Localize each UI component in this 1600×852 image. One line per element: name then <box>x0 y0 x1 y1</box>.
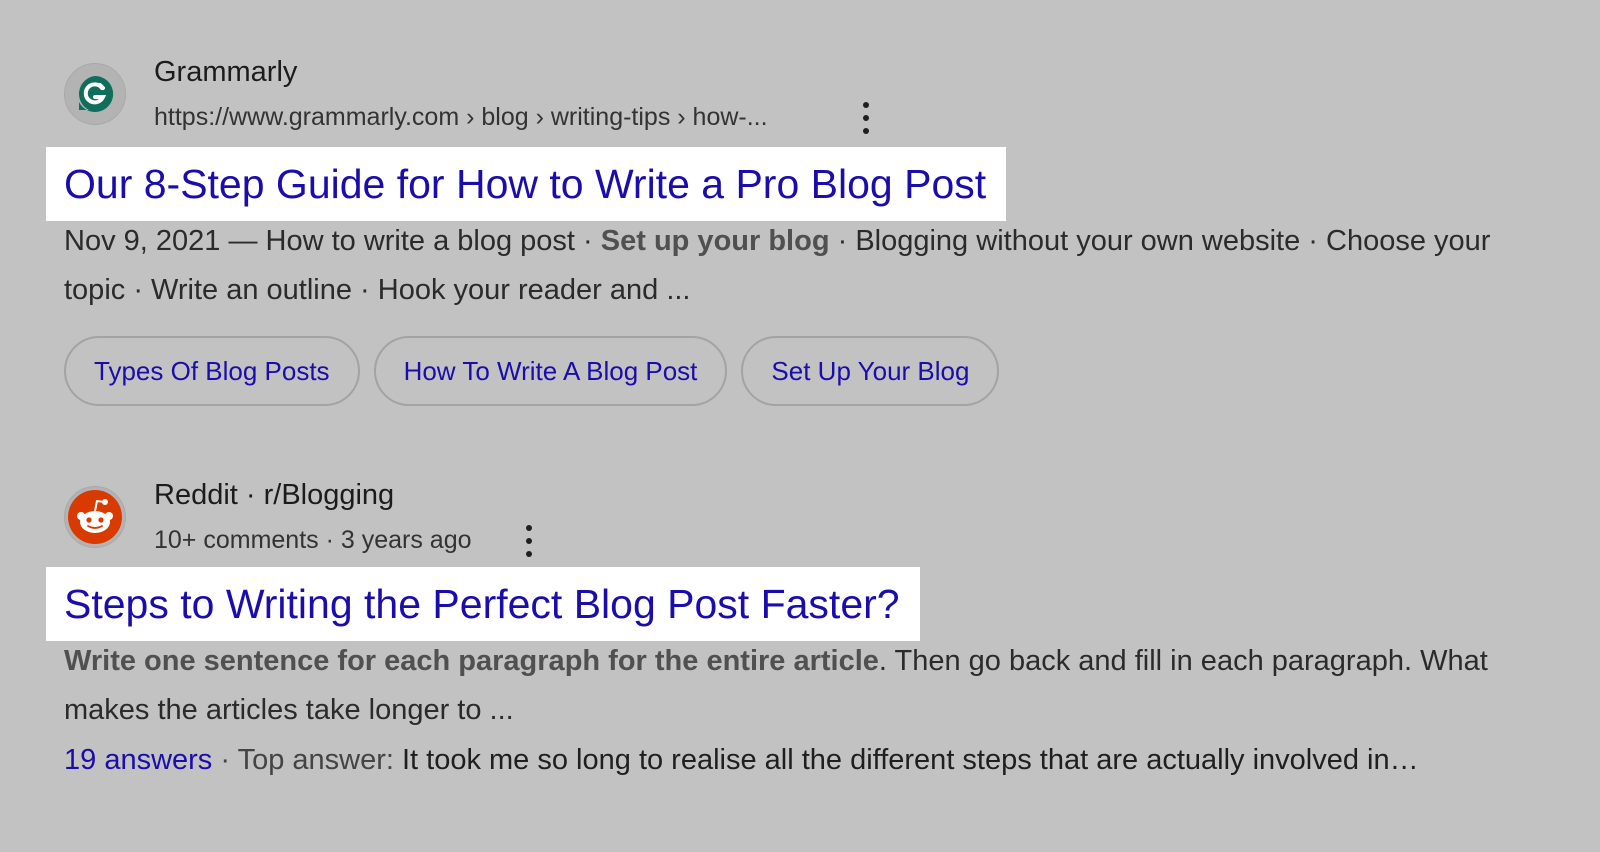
answers-count-link[interactable]: 19 answers <box>64 744 212 776</box>
chip-types-of-blog-posts[interactable]: Types Of Blog Posts <box>64 336 360 406</box>
answers-separator: · <box>212 744 238 776</box>
chip-set-up-your-blog[interactable]: Set Up Your Blog <box>741 336 1000 406</box>
chip-how-to-write-a-blog-post[interactable]: How To Write A Blog Post <box>373 336 728 406</box>
result-snippet: Write one sentence for each paragraph fo… <box>64 637 1544 735</box>
snippet-bold-text: Write one sentence for each paragraph fo… <box>64 645 879 677</box>
site-url[interactable]: https://www.grammarly.com › blog › writi… <box>154 103 768 132</box>
related-chips: Types Of Blog Posts How To Write A Blog … <box>64 336 1000 406</box>
reddit-logo-icon[interactable] <box>64 486 126 548</box>
site-name[interactable]: Reddit · r/Blogging <box>154 479 394 512</box>
snippet-text: Nov 9, 2021 — How to write a blog post · <box>64 225 601 257</box>
more-options-icon[interactable] <box>519 525 539 557</box>
result-title-link[interactable]: Steps to Writing the Perfect Blog Post F… <box>64 581 900 628</box>
answers-line: 19 answers · Top answer: It took me so l… <box>64 736 1534 785</box>
reddit-snoo-icon <box>68 490 122 544</box>
result-title-highlight: Steps to Writing the Perfect Blog Post F… <box>46 567 920 641</box>
snippet-bold-text: Set up your blog <box>600 225 830 257</box>
result-meta: 10+ comments · 3 years ago <box>154 526 472 554</box>
grammarly-g-icon <box>79 75 114 112</box>
site-name[interactable]: Grammarly <box>154 56 297 89</box>
result-title-link[interactable]: Our 8-Step Guide for How to Write a Pro … <box>64 161 986 208</box>
result-title-highlight: Our 8-Step Guide for How to Write a Pro … <box>46 147 1007 221</box>
top-answer-label: Top answer: <box>237 744 402 776</box>
result-snippet: Nov 9, 2021 — How to write a blog post ·… <box>64 217 1544 315</box>
more-options-icon[interactable] <box>856 102 876 134</box>
grammarly-logo-icon[interactable] <box>64 63 126 125</box>
top-answer-text: It took me so long to realise all the di… <box>401 744 1419 776</box>
